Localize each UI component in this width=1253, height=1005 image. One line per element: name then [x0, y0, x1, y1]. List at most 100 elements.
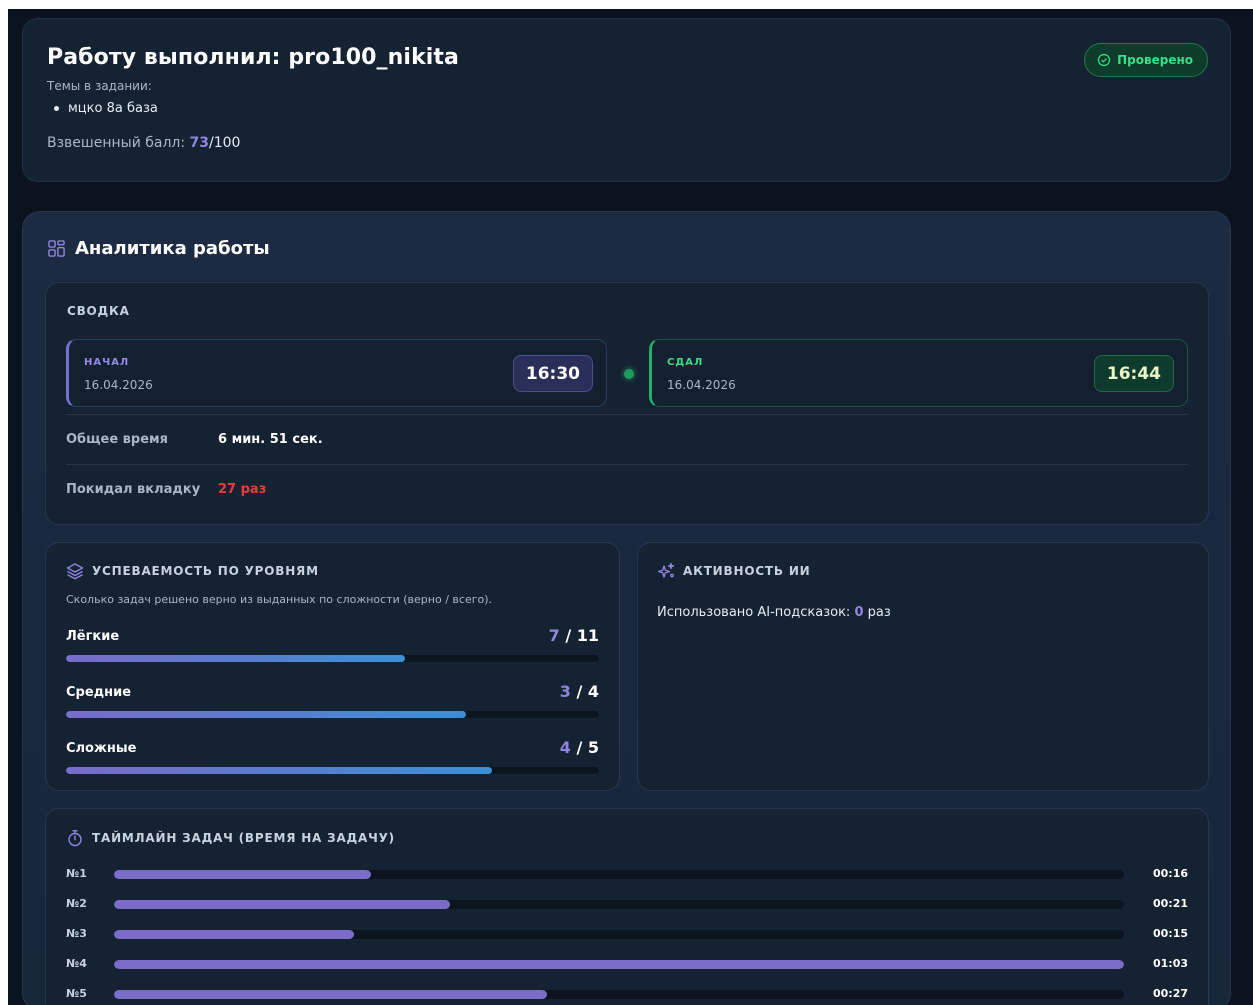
level-progress-fill — [66, 711, 466, 718]
analytics-title: Аналитика работы — [48, 238, 270, 259]
summary-panel: СВОДКА НАЧАЛ 16.04.2026 16:30 СДАЛ 16.04… — [45, 282, 1209, 525]
level-score: 7 / 11 — [549, 626, 599, 645]
total-time-row: Общее время 6 мин. 51 сек. — [66, 414, 1188, 464]
connector-dot — [624, 369, 634, 379]
level-total: 11 — [576, 626, 599, 645]
end-time-box: СДАЛ 16.04.2026 16:44 — [649, 339, 1188, 407]
score-max: /100 — [209, 135, 241, 151]
level-progress-track — [66, 711, 599, 718]
task-time-fill — [114, 990, 548, 999]
timeline-heading: ТАЙМЛАЙН ЗАДАЧ (ВРЕМЯ НА ЗАДАЧУ) — [66, 829, 395, 847]
summary-heading: СВОДКА — [67, 304, 130, 318]
ai-heading-text: АКТИВНОСТЬ ИИ — [683, 564, 811, 578]
total-time-label: Общее время — [66, 432, 168, 447]
level-progress-track — [66, 655, 599, 662]
level-total: 5 — [587, 738, 599, 757]
status-text: Проверено — [1117, 53, 1193, 67]
task-time-track — [114, 960, 1124, 969]
weighted-score: Взвешенный балл: 73/100 — [47, 135, 1206, 151]
levels-heading: УСПЕВАЕМОСТЬ ПО УРОВНЯМ — [66, 562, 319, 580]
window-top-edge — [0, 0, 1253, 9]
end-label: СДАЛ — [667, 357, 704, 368]
levels-description: Сколько задач решено верно из выданных п… — [66, 593, 493, 606]
timeline-row: №3 00:15 — [66, 926, 1188, 942]
topics-label: Темы в задании: — [47, 79, 152, 93]
page-title: Работу выполнил: pro100_nikita — [47, 45, 459, 70]
task-time-track — [114, 990, 1124, 999]
level-separator: / — [570, 738, 588, 757]
start-time: 16:30 — [512, 355, 593, 392]
end-date: 16.04.2026 — [667, 378, 736, 392]
topic-item: мцко 8а база — [47, 101, 1206, 116]
score-value: 73 — [189, 135, 210, 151]
task-time-track — [114, 930, 1124, 939]
left-tab-value: 27 раз — [218, 482, 267, 497]
task-time: 00:27 — [1152, 987, 1188, 1000]
task-time-fill — [114, 930, 355, 939]
end-time: 16:44 — [1093, 355, 1174, 392]
levels-panel: УСПЕВАЕМОСТЬ ПО УРОВНЯМ Сколько задач ре… — [45, 542, 620, 791]
timeline-row: №2 00:21 — [66, 896, 1188, 912]
level-total: 4 — [587, 682, 599, 701]
bullet-icon — [54, 106, 59, 111]
level-row: Средние 3 / 4 — [66, 682, 599, 725]
task-time: 00:16 — [1152, 867, 1188, 880]
task-time-fill — [114, 870, 371, 879]
start-time-box: НАЧАЛ 16.04.2026 16:30 — [66, 339, 607, 407]
level-correct: 4 — [559, 738, 571, 757]
level-separator: / — [559, 626, 577, 645]
ai-heading: АКТИВНОСТЬ ИИ — [657, 562, 811, 580]
check-circle-icon — [1097, 53, 1111, 67]
timeline-heading-text: ТАЙМЛАЙН ЗАДАЧ (ВРЕМЯ НА ЗАДАЧУ) — [92, 831, 395, 845]
stopwatch-icon — [68, 830, 82, 847]
timeline-row: №5 00:27 — [66, 986, 1188, 1002]
level-correct: 3 — [559, 682, 571, 701]
task-time-fill — [114, 960, 1124, 969]
task-time-track — [114, 900, 1124, 909]
ai-activity-panel: АКТИВНОСТЬ ИИ Использовано AI-подсказок:… — [637, 542, 1209, 791]
level-progress-track — [66, 767, 599, 774]
score-label: Взвешенный балл: — [47, 135, 190, 151]
task-number: №5 — [66, 987, 87, 1000]
submission-header: Работу выполнил: pro100_nikita Темы в за… — [22, 18, 1231, 182]
layers-icon — [66, 563, 84, 580]
start-label: НАЧАЛ — [84, 357, 130, 368]
timeline-row: №4 01:03 — [66, 956, 1188, 972]
dashboard-icon — [48, 240, 65, 257]
total-time-value: 6 мин. 51 сек. — [218, 432, 323, 447]
level-progress-fill — [66, 655, 405, 662]
level-row: Сложные 4 / 5 — [66, 738, 599, 781]
ai-hints-text: Использовано AI-подсказок: 0 раз — [657, 605, 891, 620]
task-time-fill — [114, 900, 451, 909]
analytics-card: Аналитика работы СВОДКА НАЧАЛ 16.04.2026… — [22, 211, 1231, 1005]
ai-hints-label: Использовано AI-подсказок: — [657, 605, 855, 620]
sparkles-icon — [657, 562, 675, 578]
level-correct: 7 — [548, 626, 560, 645]
left-tab-label: Покидал вкладку — [66, 482, 201, 497]
ai-hints-suffix: раз — [863, 605, 891, 620]
task-number: №4 — [66, 957, 87, 970]
level-name: Сложные — [66, 741, 137, 756]
level-name: Лёгкие — [66, 629, 120, 644]
status-badge: Проверено — [1084, 43, 1208, 77]
level-score: 3 / 4 — [560, 682, 599, 701]
task-number: №3 — [66, 927, 87, 940]
level-name: Средние — [66, 685, 132, 700]
left-tab-row: Покидал вкладку 27 раз — [66, 464, 1188, 514]
start-date: 16.04.2026 — [84, 378, 153, 392]
task-number: №1 — [66, 867, 87, 880]
topic-text: мцко 8а база — [68, 101, 158, 116]
task-time: 01:03 — [1152, 957, 1188, 970]
task-time-track — [114, 870, 1124, 879]
task-time: 00:21 — [1152, 897, 1188, 910]
analytics-title-text: Аналитика работы — [75, 238, 270, 259]
levels-heading-text: УСПЕВАЕМОСТЬ ПО УРОВНЯМ — [92, 564, 319, 578]
level-separator: / — [570, 682, 588, 701]
timeline-row: №1 00:16 — [66, 866, 1188, 882]
timeline-panel: ТАЙМЛАЙН ЗАДАЧ (ВРЕМЯ НА ЗАДАЧУ) №1 00:16… — [45, 808, 1209, 1005]
task-time: 00:15 — [1152, 927, 1188, 940]
level-score: 4 / 5 — [560, 738, 599, 757]
level-row: Лёгкие 7 / 11 — [66, 626, 599, 669]
task-number: №2 — [66, 897, 87, 910]
level-progress-fill — [66, 767, 493, 774]
